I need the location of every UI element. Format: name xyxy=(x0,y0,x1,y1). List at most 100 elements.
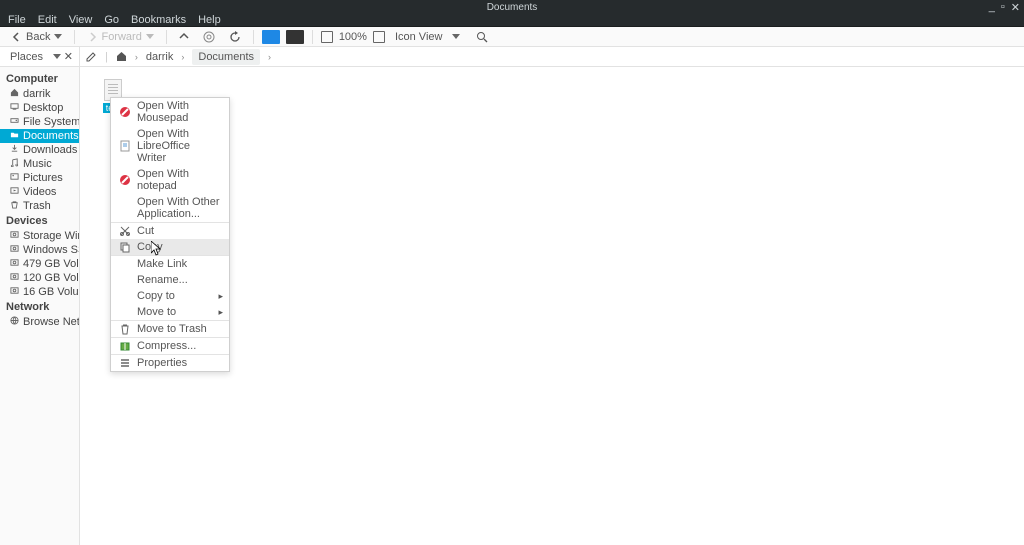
sidebar-item-label: Documents xyxy=(23,130,79,142)
reload-icon xyxy=(229,31,241,43)
desktop-icon xyxy=(10,102,19,114)
sidebar-item-browse-network[interactable]: Browse Network xyxy=(0,315,79,329)
doc-icon xyxy=(119,140,131,152)
sidebar-item-label: Desktop xyxy=(23,102,63,114)
arrow-right-icon xyxy=(87,32,97,42)
edit-path-icon[interactable] xyxy=(86,51,97,62)
menu-help[interactable]: Help xyxy=(198,14,221,26)
ctx-move-to[interactable]: Move to▸ xyxy=(111,304,229,320)
sidebar-item-file-system[interactable]: File System xyxy=(0,115,79,129)
sidebar-section-header: Computer xyxy=(0,71,79,87)
view-mode-selector[interactable]: Icon View xyxy=(391,29,447,45)
sidebar-item-windows-ssd-sto-[interactable]: Windows SSD sto... xyxy=(0,243,79,257)
search-button[interactable] xyxy=(472,29,492,45)
ctx-label: Open With LibreOffice Writer xyxy=(137,128,221,164)
menu-bar: File Edit View Go Bookmarks Help xyxy=(0,14,1024,27)
ctx-cut[interactable]: Cut xyxy=(111,223,229,239)
ctx-open-with-other-application[interactable]: Open With Other Application... xyxy=(111,194,229,222)
separator xyxy=(253,30,254,44)
chevron-down-icon xyxy=(146,34,154,39)
places-toggle[interactable]: Places ✕ xyxy=(0,47,80,66)
disk-icon xyxy=(10,272,19,284)
menu-view[interactable]: View xyxy=(69,14,93,26)
sidebar-item-desktop[interactable]: Desktop xyxy=(0,101,79,115)
ctx-open-with-mousepad[interactable]: Open With Mousepad xyxy=(111,98,229,126)
chevron-down-icon xyxy=(53,54,61,59)
view-terminal-button[interactable] xyxy=(286,30,304,44)
sidebar-item-storage-windows[interactable]: Storage Windows xyxy=(0,229,79,243)
menu-edit[interactable]: Edit xyxy=(38,14,57,26)
ctx-label: Open With Mousepad xyxy=(137,100,221,124)
sidebar-item-documents[interactable]: Documents xyxy=(0,129,79,143)
forward-button[interactable]: Forward xyxy=(83,29,157,45)
sidebar-item-pictures[interactable]: Pictures xyxy=(0,171,79,185)
sidebar-item-479-gb-volume[interactable]: 479 GB Volume xyxy=(0,257,79,271)
reload-button[interactable] xyxy=(225,29,245,45)
breadcrumb-item[interactable]: darrik xyxy=(146,51,174,63)
red-circle-icon xyxy=(119,106,131,118)
red-circle-icon xyxy=(119,174,131,186)
sidebar-section-header: Network xyxy=(0,299,79,315)
ctx-label: Move to Trash xyxy=(137,323,207,335)
location-bar: Places ✕ | › darrik › Documents › xyxy=(0,47,1024,67)
chevron-down-icon xyxy=(54,34,62,39)
close-icon[interactable]: ✕ xyxy=(64,50,73,63)
ctx-copy[interactable]: Copy xyxy=(111,239,229,255)
title-bar: Documents _ ▫ ✕ xyxy=(0,0,1024,14)
chevron-down-icon[interactable] xyxy=(452,34,460,39)
sidebar-item-darrik[interactable]: darrik xyxy=(0,87,79,101)
forward-label: Forward xyxy=(101,31,141,43)
menu-go[interactable]: Go xyxy=(104,14,119,26)
zoom-in-button[interactable] xyxy=(373,31,385,43)
sidebar-item-music[interactable]: Music xyxy=(0,157,79,171)
sidebar: ComputerdarrikDesktop File System Document… xyxy=(0,67,80,545)
drive-icon xyxy=(10,116,19,128)
ctx-open-with-notepad[interactable]: Open With notepad xyxy=(111,166,229,194)
chevron-right-icon: ▸ xyxy=(218,291,223,302)
sidebar-item-label: Pictures xyxy=(23,172,63,184)
chevron-right-icon: › xyxy=(135,52,138,62)
sidebar-item-videos[interactable]: Videos xyxy=(0,185,79,199)
sidebar-item-label: Storage Windows xyxy=(23,230,79,242)
menu-bookmarks[interactable]: Bookmarks xyxy=(131,14,186,26)
breadcrumb-item[interactable]: Documents xyxy=(192,49,260,65)
sidebar-item-label: File System xyxy=(23,116,79,128)
zoom-out-button[interactable] xyxy=(321,31,333,43)
window-minimize-button[interactable]: _ xyxy=(989,1,995,14)
ctx-properties[interactable]: Properties xyxy=(111,355,229,371)
music-icon xyxy=(10,158,19,170)
ctx-label: Compress... xyxy=(137,340,196,352)
folder-icon xyxy=(10,130,19,142)
arrow-left-icon xyxy=(12,32,22,42)
view-icons-button[interactable] xyxy=(262,30,280,44)
back-button[interactable]: Back xyxy=(8,29,66,45)
download-icon xyxy=(10,144,19,156)
home-icon xyxy=(116,51,127,62)
separator xyxy=(166,30,167,44)
content-area[interactable]: test Open With MousepadOpen With LibreOf… xyxy=(80,67,1024,545)
sidebar-item-label: 120 GB Volume xyxy=(23,272,79,284)
sidebar-item-120-gb-volume[interactable]: 120 GB Volume xyxy=(0,271,79,285)
ctx-open-with-libreoffice-writer[interactable]: Open With LibreOffice Writer xyxy=(111,126,229,166)
ctx-compress[interactable]: Compress... xyxy=(111,338,229,354)
window-maximize-button[interactable]: ▫ xyxy=(1001,1,1005,14)
disk-icon xyxy=(10,230,19,242)
ctx-make-link[interactable]: Make Link xyxy=(111,256,229,272)
separator xyxy=(312,30,313,44)
ctx-move-to-trash[interactable]: Move to Trash xyxy=(111,321,229,337)
sidebar-item-label: Downloads xyxy=(23,144,77,156)
ctx-label: Open With Other Application... xyxy=(137,196,221,220)
ctx-rename[interactable]: Rename... xyxy=(111,272,229,288)
sidebar-item-16-gb-volu-[interactable]: 16 GB Volu...▲ xyxy=(0,285,79,299)
sidebar-item-downloads[interactable]: Downloads xyxy=(0,143,79,157)
sidebar-item-label: Music xyxy=(23,158,52,170)
up-button[interactable] xyxy=(175,30,193,44)
ctx-label: Open With notepad xyxy=(137,168,221,192)
home-button[interactable] xyxy=(199,29,219,45)
chevron-right-icon: › xyxy=(181,52,184,62)
breadcrumb-home[interactable] xyxy=(116,51,127,62)
window-close-button[interactable]: ✕ xyxy=(1011,1,1020,14)
menu-file[interactable]: File xyxy=(8,14,26,26)
sidebar-item-trash[interactable]: Trash xyxy=(0,199,79,213)
ctx-copy-to[interactable]: Copy to▸ xyxy=(111,288,229,304)
